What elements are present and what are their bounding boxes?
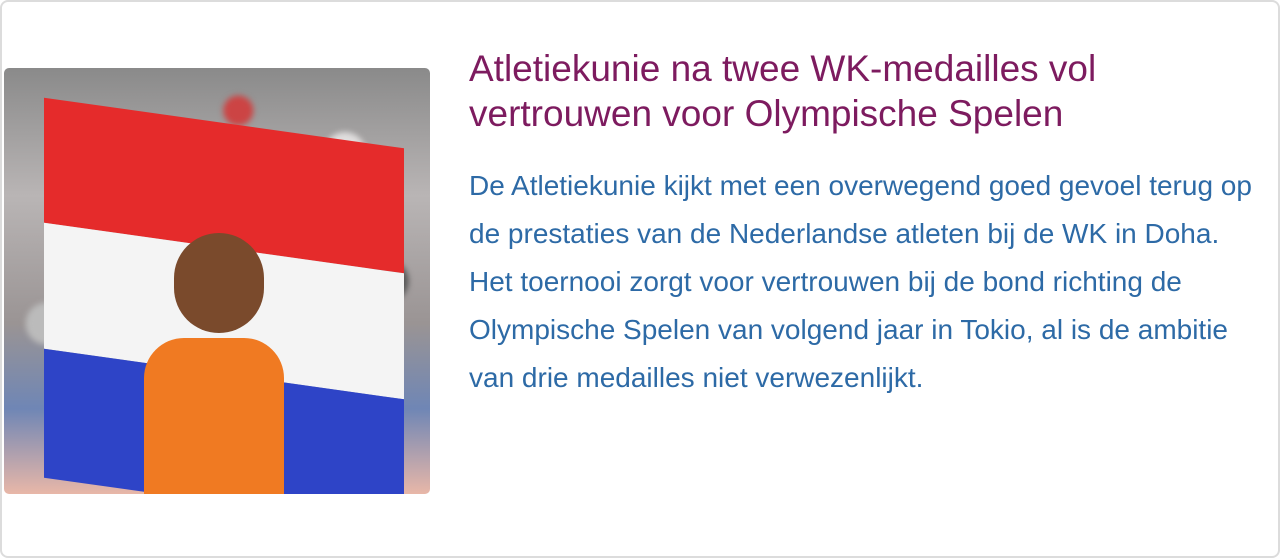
article-title[interactable]: Atletiekunie na twee WK-medailles vol ve… xyxy=(469,46,1249,136)
article-card[interactable]: Atletiekunie na twee WK-medailles vol ve… xyxy=(0,0,1280,558)
article-photo[interactable] xyxy=(4,68,430,494)
photo-athlete-head xyxy=(174,233,264,333)
article-summary: De Atletiekunie kijkt met een overwegend… xyxy=(469,170,1252,393)
photo-athlete xyxy=(144,338,284,494)
